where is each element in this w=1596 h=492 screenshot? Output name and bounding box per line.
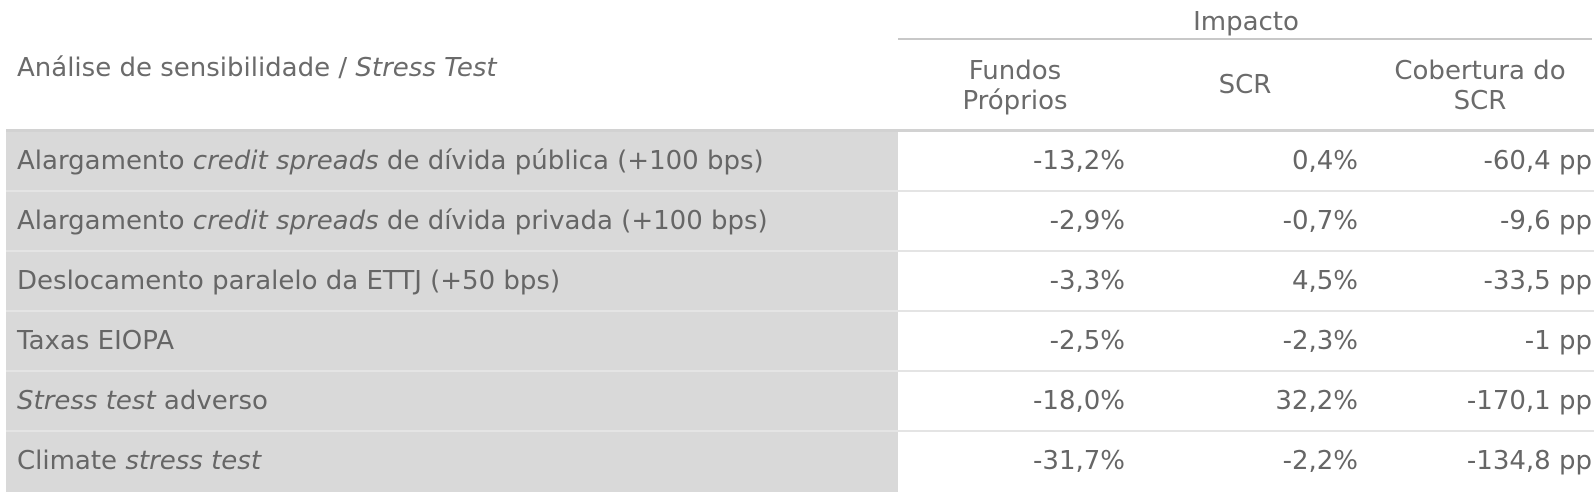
row-label-cell: Taxas EIOPA	[6, 312, 898, 370]
own-funds-value: -31,7%	[1033, 446, 1125, 476]
table-title-plain: Análise de sensibilidade /	[17, 53, 356, 83]
own-funds-value: -2,5%	[1049, 326, 1125, 356]
own-funds-value: -2,9%	[1049, 206, 1125, 236]
row-label: Stress test adverso	[17, 386, 268, 416]
row-label: Alargamento credit spreads de dívida púb…	[17, 146, 764, 176]
row-label-cell: Stress test adverso	[6, 372, 898, 430]
impact-group-header: Impacto	[1193, 7, 1299, 37]
row-label-cell: Alargamento credit spreads de dívida púb…	[6, 132, 898, 190]
table-title-italic: Stress Test	[355, 53, 497, 83]
column-header-scr: SCR	[1218, 70, 1272, 100]
column-header-coverage: Cobertura do SCR	[1380, 56, 1580, 116]
coverage-value: -1 pp	[1524, 326, 1592, 356]
scr-value: -0,7%	[1282, 206, 1358, 236]
scr-value: -2,2%	[1282, 446, 1358, 476]
table-title: Análise de sensibilidade / Stress Test	[17, 52, 497, 84]
row-label-cell: Deslocamento paralelo da ETTJ (+50 bps)	[6, 252, 898, 310]
table-row: Alargamento credit spreads de dívida púb…	[6, 132, 1594, 192]
coverage-value: -9,6 pp	[1499, 206, 1592, 236]
scr-value: -2,3%	[1282, 326, 1358, 356]
row-label: Alargamento credit spreads de dívida pri…	[17, 206, 768, 236]
column-header-coverage-line2: SCR	[1453, 86, 1507, 116]
column-header-own-funds-line2: Próprios	[962, 86, 1068, 116]
scr-value: 32,2%	[1275, 386, 1358, 416]
table-row: Stress test adverso -18,0% 32,2% -170,1 …	[6, 372, 1594, 432]
row-label: Taxas EIOPA	[17, 326, 175, 356]
row-label: Deslocamento paralelo da ETTJ (+50 bps)	[17, 266, 561, 296]
scr-value: 4,5%	[1291, 266, 1358, 296]
table-row: Alargamento credit spreads de dívida pri…	[6, 192, 1594, 252]
table-row: Deslocamento paralelo da ETTJ (+50 bps) …	[6, 252, 1594, 312]
coverage-value: -60,4 pp	[1483, 146, 1592, 176]
scr-value: 0,4%	[1291, 146, 1358, 176]
column-header-own-funds-line1: Fundos	[968, 56, 1062, 86]
row-label-cell: Climate stress test	[6, 432, 898, 492]
row-label: Climate stress test	[17, 446, 262, 476]
own-funds-value: -3,3%	[1049, 266, 1125, 296]
own-funds-value: -13,2%	[1033, 146, 1125, 176]
table-row: Climate stress test -31,7% -2,2% -134,8 …	[6, 432, 1594, 492]
column-header-coverage-line1: Cobertura do	[1394, 56, 1566, 86]
coverage-value: -33,5 pp	[1483, 266, 1592, 296]
coverage-value: -134,8 pp	[1466, 446, 1592, 476]
coverage-value: -170,1 pp	[1466, 386, 1592, 416]
impact-group-rule	[898, 38, 1592, 40]
table-body: Alargamento credit spreads de dívida púb…	[6, 132, 1594, 492]
table-row: Taxas EIOPA -2,5% -2,3% -1 pp	[6, 312, 1594, 372]
sensitivity-table: Impacto Análise de sensibilidade / Stres…	[0, 0, 1596, 492]
row-label-cell: Alargamento credit spreads de dívida pri…	[6, 192, 898, 250]
column-header-own-funds: Fundos Próprios	[940, 56, 1090, 116]
own-funds-value: -18,0%	[1033, 386, 1125, 416]
